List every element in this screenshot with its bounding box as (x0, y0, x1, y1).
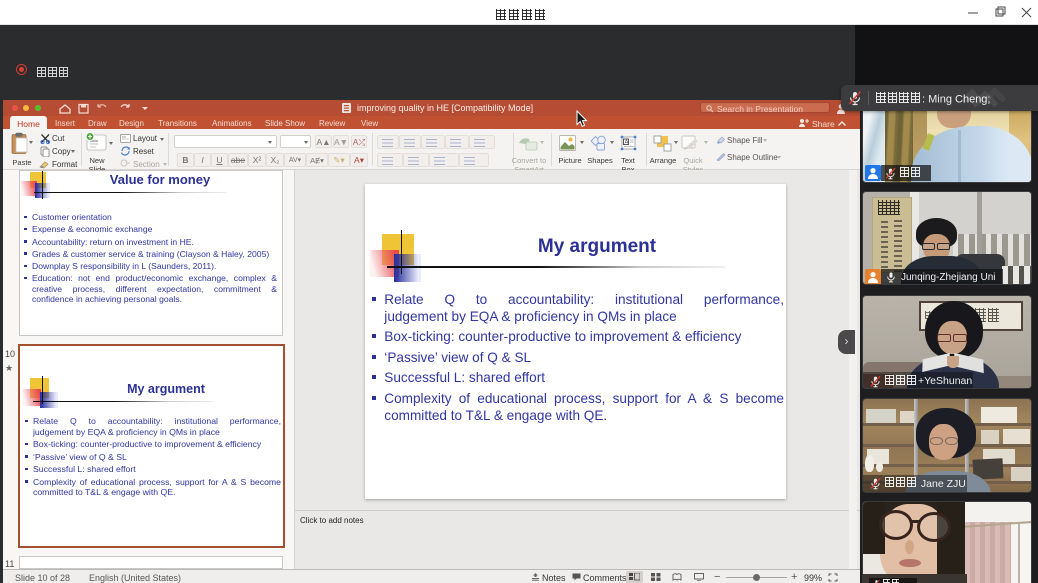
svg-text:A: A (625, 140, 629, 146)
